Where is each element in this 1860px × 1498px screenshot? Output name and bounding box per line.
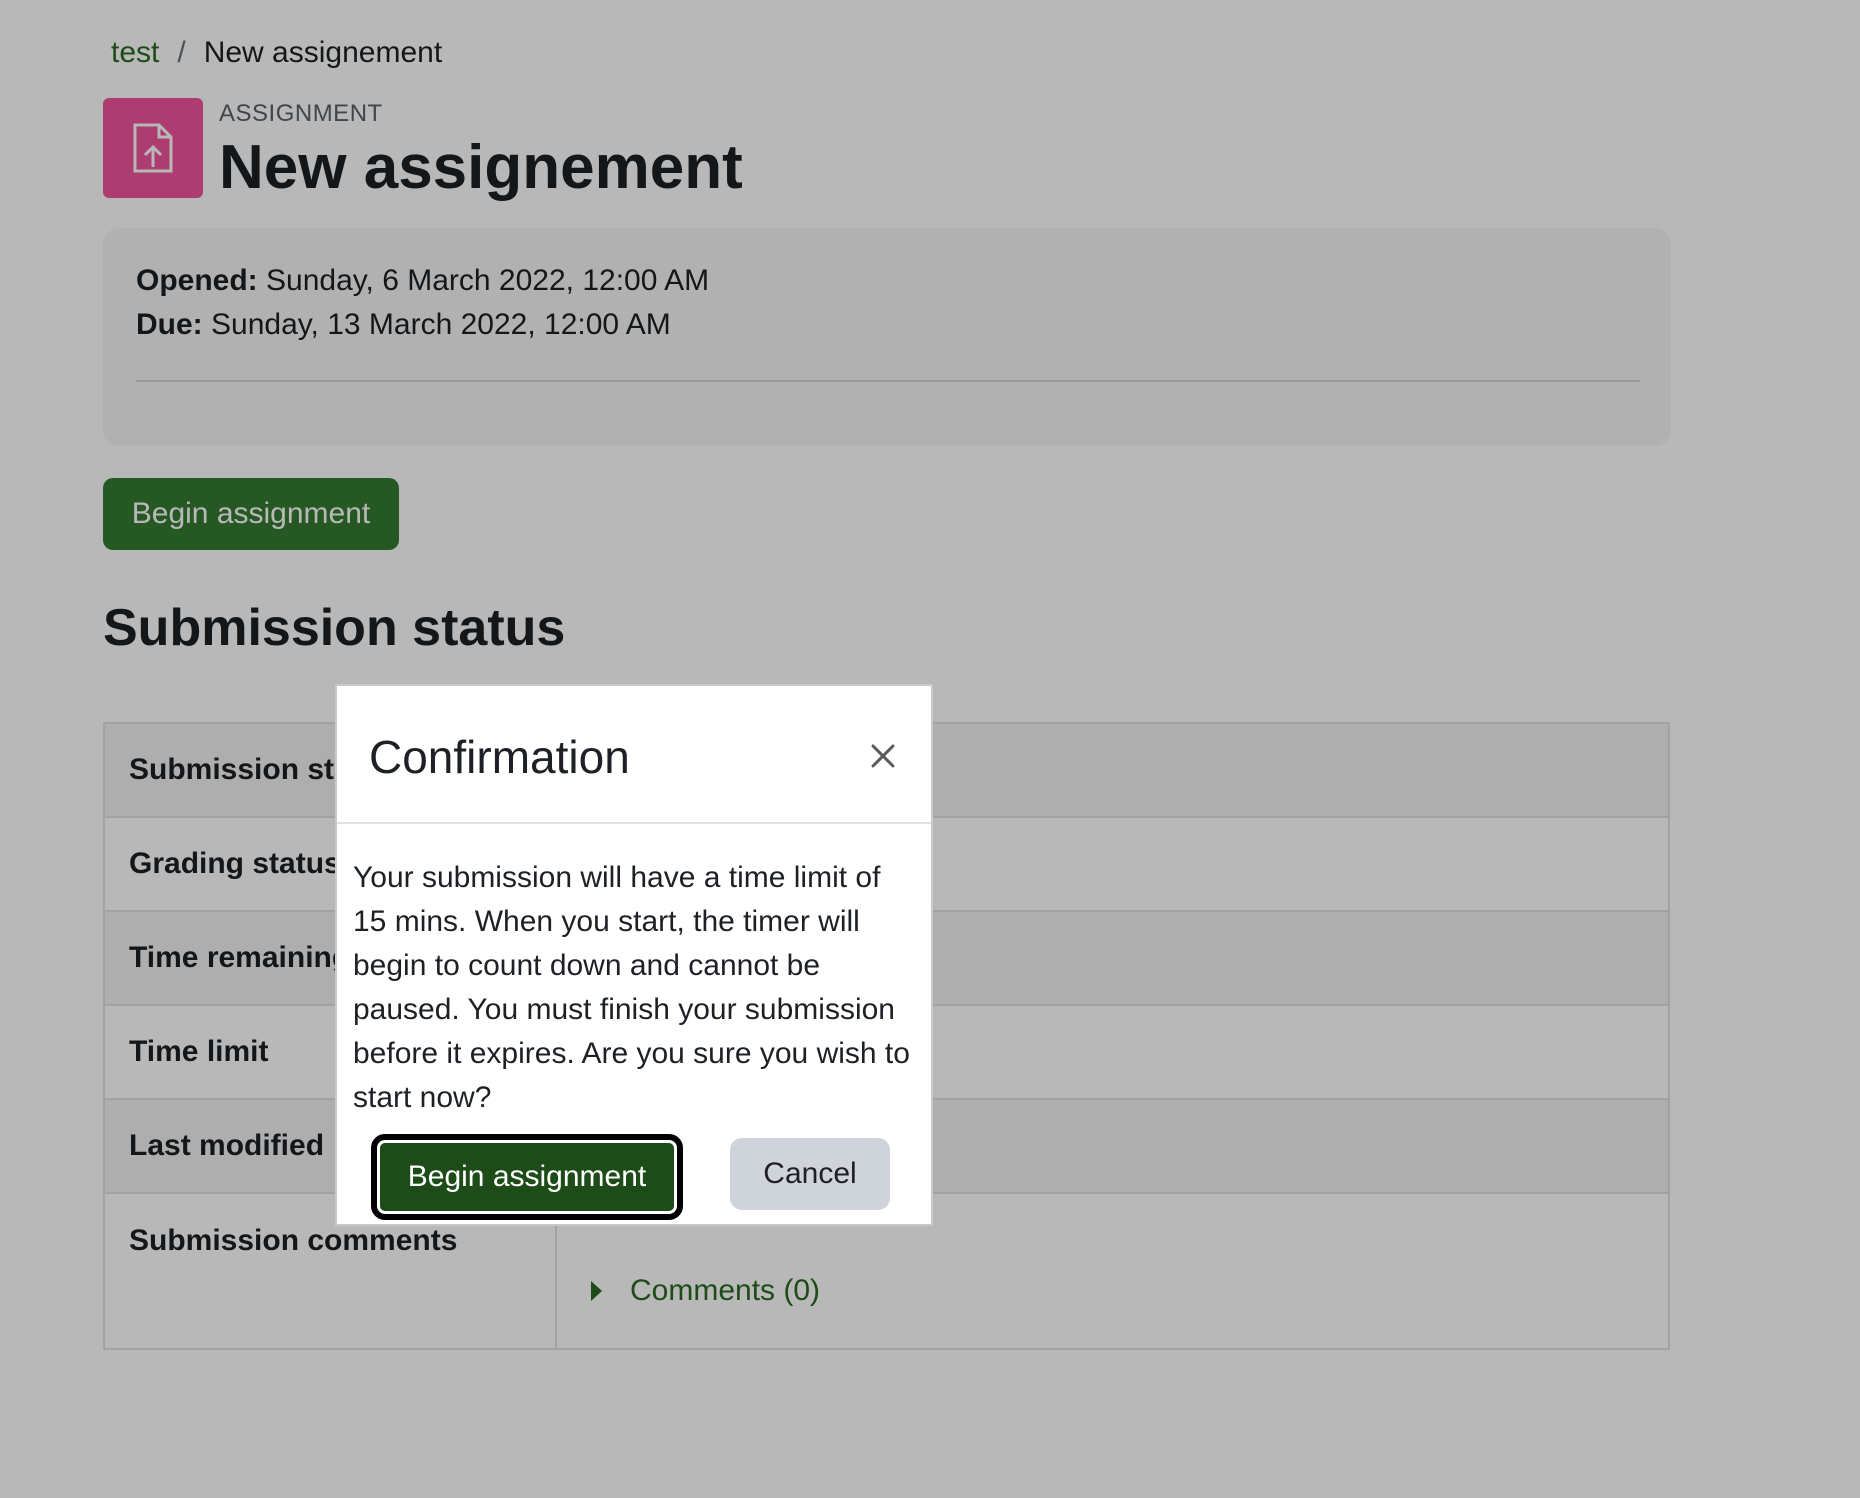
modal-header: Confirmation xyxy=(337,686,931,824)
modal-title: Confirmation xyxy=(369,731,630,783)
cancel-button[interactable]: Cancel xyxy=(730,1138,890,1210)
confirmation-dialog: Confirmation Your submission will have a… xyxy=(335,684,933,1226)
page: test / New assignement ASSIGNMENT New as… xyxy=(0,0,1860,1498)
confirm-begin-assignment-button[interactable]: Begin assignment xyxy=(371,1134,683,1220)
modal-body-text: Your submission will have a time limit o… xyxy=(353,861,910,1114)
close-icon[interactable] xyxy=(863,736,903,776)
